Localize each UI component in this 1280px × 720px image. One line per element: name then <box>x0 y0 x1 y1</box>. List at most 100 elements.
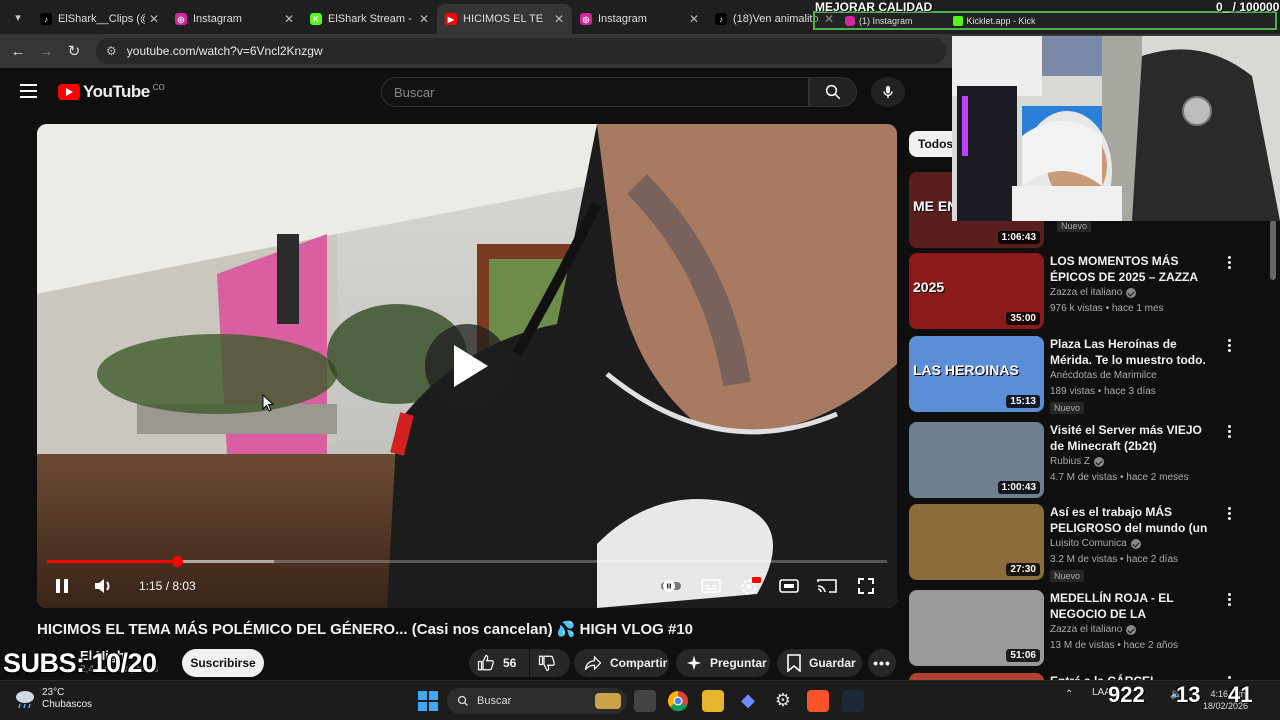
dislike-button[interactable] <box>530 649 570 677</box>
video-duration: 15:13 <box>1006 395 1040 408</box>
tray-chevron-icon[interactable]: ⌃ <box>1065 689 1073 700</box>
taskbar-search-label: Buscar <box>477 695 512 707</box>
file-explorer-icon[interactable] <box>702 690 724 712</box>
browser-tab[interactable]: ♪ ElShark__Clips (@e ✕ <box>32 4 167 34</box>
more-vert-icon[interactable] <box>1223 592 1235 607</box>
recommendation-card[interactable]: 51:06 MEDELLÍN ROJA - EL NEGOCIO DE LA PR… <box>909 590 1271 670</box>
fullscreen-button[interactable] <box>854 574 878 598</box>
more-actions-button[interactable]: ••• <box>868 649 896 677</box>
search-highlight-icon <box>595 693 621 709</box>
like-button[interactable]: 56 <box>469 649 529 677</box>
tab-title: Instagram <box>598 13 647 25</box>
site-info-icon[interactable]: ⚙ <box>106 44 117 58</box>
goal-item-instagram: (1) Instagram <box>845 15 913 26</box>
brave-browser-icon[interactable] <box>807 690 829 712</box>
more-vert-icon[interactable] <box>1223 506 1235 521</box>
recommendation-title[interactable]: Así es el trabajo MÁS PELIGROSO del mund… <box>1050 504 1215 536</box>
video-thumbnail[interactable]: 1:00:43 <box>909 422 1044 498</box>
forward-button[interactable]: → <box>32 43 60 60</box>
close-tab-icon[interactable]: ✕ <box>149 12 159 26</box>
pause-button[interactable] <box>51 574 73 598</box>
browser-tab[interactable]: ◎ Instagram ✕ <box>167 4 302 34</box>
ask-button[interactable]: Preguntar <box>676 649 770 677</box>
theater-mode-button[interactable] <box>777 574 801 598</box>
share-button[interactable]: Compartir <box>574 649 669 677</box>
browser-tab[interactable]: ▶ HICIMOS EL TE ✕ <box>437 4 572 34</box>
autoplay-toggle[interactable] <box>659 574 683 598</box>
share-icon <box>584 655 602 671</box>
menu-icon[interactable] <box>20 84 37 98</box>
search-input[interactable]: Buscar <box>381 77 809 107</box>
subscribe-button[interactable]: Suscribirse <box>182 649 264 677</box>
more-vert-icon[interactable] <box>1223 424 1235 439</box>
save-button[interactable]: Guardar <box>777 649 862 677</box>
video-thumbnail[interactable]: 51:06 <box>909 590 1044 666</box>
recommendation-card[interactable]: Entré a la CÁRCEL SECRETA de <box>909 673 1271 680</box>
recommendation-title[interactable]: MEDELLÍN ROJA - EL NEGOCIO DE LA PROSTIT… <box>1050 590 1215 622</box>
recommendation-channel[interactable]: Anécdotas de Marimilce <box>1050 370 1157 381</box>
search-icon <box>457 695 468 706</box>
video-thumbnail[interactable] <box>909 673 1044 680</box>
recommendation-card[interactable]: 2025 35:00 LOS MOMENTOS MÁS ÉPICOS DE 2025… <box>909 253 1271 333</box>
close-tab-icon[interactable]: ✕ <box>284 12 294 26</box>
close-tab-icon[interactable]: ✕ <box>689 12 699 26</box>
recommendation-channel[interactable]: Luisito Comunica <box>1050 538 1141 549</box>
recommendation-card[interactable]: 1:00:43 Visité el Server más VIEJO de Min… <box>909 422 1271 502</box>
tab-title: ElShark__Clips (@e <box>58 13 145 25</box>
more-vert-icon[interactable] <box>1223 338 1235 353</box>
play-overlay-button[interactable] <box>425 324 509 408</box>
video-thumbnail[interactable]: 27:30 <box>909 504 1044 580</box>
fullscreen-icon <box>858 578 874 594</box>
browser-tab[interactable]: K ElShark Stream - V ✕ <box>302 4 437 34</box>
recommendation-title[interactable]: Plaza Las Heroínas de Mérida. Te lo mues… <box>1050 336 1215 368</box>
recommendation-channel[interactable]: Zazza el italiano <box>1050 624 1137 635</box>
volume-button[interactable] <box>91 574 115 598</box>
recommendation-title[interactable]: LOS MOMENTOS MÁS ÉPICOS DE 2025 – ZAZZA … <box>1050 253 1215 285</box>
tab-favicon-icon: K <box>310 13 322 25</box>
sparkle-icon <box>686 655 702 671</box>
steam-icon[interactable] <box>842 690 864 712</box>
sidebar-scrollbar[interactable] <box>1270 220 1276 280</box>
app-diamond-icon[interactable]: ◆ <box>737 690 759 712</box>
taskbar-search[interactable]: Buscar <box>447 688 627 714</box>
chrome-taskbar-icon[interactable] <box>667 690 689 712</box>
ask-label: Preguntar <box>710 656 767 670</box>
app-gear-icon[interactable]: ⚙ <box>772 690 794 712</box>
search-button[interactable] <box>809 77 857 107</box>
video-thumbnail[interactable]: 2025 35:00 <box>909 253 1044 329</box>
progress-bar[interactable] <box>47 556 887 567</box>
weather-temp: 23°C <box>42 687 65 698</box>
browser-tab[interactable]: ◎ Instagram ✕ <box>572 4 707 34</box>
recommendation-card[interactable]: 27:30 Así es el trabajo MÁS PELIGROSO del… <box>909 504 1271 584</box>
new-badge: Nuevo <box>1057 220 1092 232</box>
recommendation-card[interactable]: LAS HEROINAS 15:13 Plaza Las Heroínas de M… <box>909 336 1271 416</box>
weather-widget[interactable]: 23°C Chubascos <box>14 687 92 711</box>
verified-icon <box>1126 624 1137 635</box>
recommendation-title[interactable]: Entré a la CÁRCEL SECRETA de <box>1050 673 1215 680</box>
youtube-logo[interactable]: YouTube CO <box>58 82 165 102</box>
cast-button[interactable] <box>815 574 839 598</box>
overlay-number-2: 13 <box>1176 682 1201 707</box>
subtitles-button[interactable] <box>699 574 723 598</box>
task-view-button[interactable] <box>634 690 656 712</box>
more-vert-icon[interactable] <box>1223 255 1235 270</box>
tab-search-menu-button[interactable]: ▾ <box>4 3 32 31</box>
start-button[interactable] <box>417 690 439 712</box>
voice-search-button[interactable] <box>871 77 905 107</box>
recommendation-channel[interactable]: Rubius Z <box>1050 456 1105 467</box>
video-thumbnail[interactable]: LAS HEROINAS 15:13 <box>909 336 1044 412</box>
region-code: CO <box>152 82 165 92</box>
url-field[interactable]: ⚙ youtube.com/watch?v=6Vncl2Knzgw <box>96 38 946 64</box>
close-tab-icon[interactable]: ✕ <box>419 12 429 26</box>
tab-favicon-icon: ◎ <box>580 13 592 25</box>
reload-button[interactable]: ↻ <box>60 42 88 60</box>
tab-title: Instagram <box>193 13 242 25</box>
recommendation-channel[interactable]: Zazza el italiano <box>1050 287 1137 298</box>
recommendation-title[interactable]: Visité el Server más VIEJO de Minecraft … <box>1050 422 1215 454</box>
close-tab-icon[interactable]: ✕ <box>554 12 564 26</box>
new-badge: Nuevo <box>1050 570 1085 582</box>
video-player[interactable]: 1:15 / 8:03 <box>37 124 897 608</box>
settings-button[interactable] <box>738 574 762 598</box>
logo-text: YouTube <box>83 82 150 101</box>
back-button[interactable]: ← <box>4 43 32 60</box>
